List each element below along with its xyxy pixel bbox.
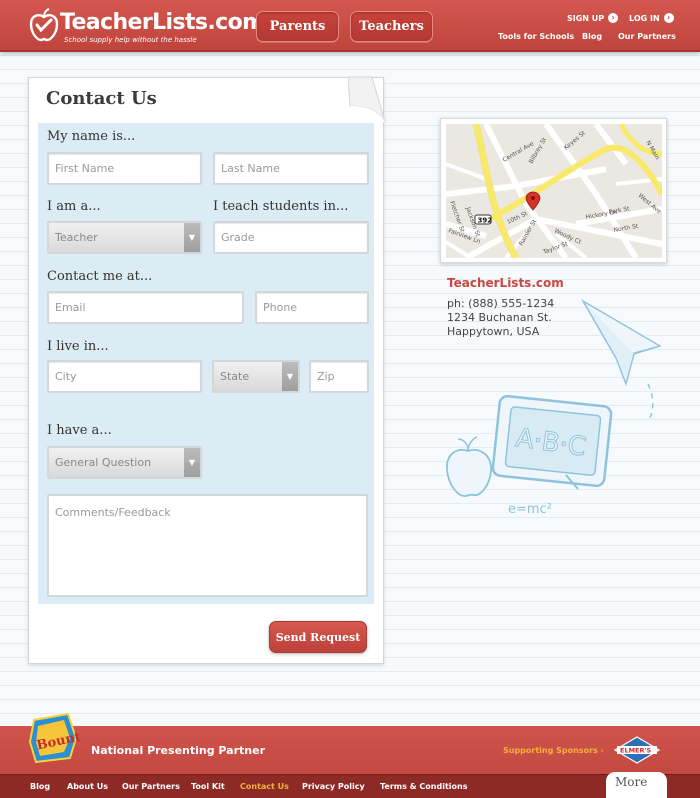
signup-link[interactable]: SIGN UP › (567, 13, 619, 23)
login-link[interactable]: LOG IN › (629, 13, 674, 23)
site-header: TeacherLists.com School supply help with… (0, 0, 700, 52)
page-title: Contact Us (46, 88, 157, 109)
footer-link-blog[interactable]: Blog (30, 782, 50, 791)
location-map[interactable]: Central Ave Bilbrey St Keyes St N Main W… (440, 118, 667, 263)
footer-link-contact-us[interactable]: Contact Us (240, 782, 289, 791)
login-label: LOG IN (629, 13, 660, 23)
logo-tagline: School supply help without the hassle (64, 36, 197, 44)
phone-input[interactable]: Phone (255, 291, 369, 324)
signup-label: SIGN UP (567, 13, 605, 23)
state-select[interactable]: State ▼ (212, 360, 300, 393)
footer-link-about-us[interactable]: About Us (67, 782, 108, 791)
contact-label: Contact me at... (47, 269, 153, 284)
city-input[interactable]: City (47, 360, 202, 393)
live-label: I live in... (47, 339, 109, 354)
contact-company-name: TeacherLists.com (447, 276, 564, 290)
blog-link[interactable]: Blog (582, 32, 602, 41)
supporting-sponsors-link[interactable]: Supporting Sponsors › (503, 746, 604, 755)
contact-phone: ph: (888) 555-1234 (447, 297, 555, 310)
chevron-down-icon: ▼ (184, 223, 200, 252)
contact-street: 1234 Buchanan St. (447, 311, 552, 324)
nav-teachers-button[interactable]: Teachers (350, 11, 433, 42)
logo-text: TeacherLists.com (60, 10, 265, 35)
inquiry-label: I have a... (47, 423, 112, 438)
inquiry-select-value: General Question (55, 456, 152, 469)
send-request-button[interactable]: Send Request (269, 621, 367, 653)
site-logo[interactable]: TeacherLists.com School supply help with… (28, 6, 265, 46)
national-partner-label: National Presenting Partner (91, 744, 266, 757)
bounty-logo[interactable]: Bounty (28, 712, 80, 764)
role-label: I am a... (47, 199, 101, 214)
zip-input[interactable]: Zip (309, 360, 369, 393)
footer-link-our-partners[interactable]: Our Partners (122, 782, 180, 791)
teach-label: I teach students in... (213, 199, 349, 214)
formula-doodle: e=mc² (508, 502, 552, 517)
page-curl-corner (348, 76, 386, 122)
contact-city: Happytown, USA (447, 325, 540, 338)
map-streets: Central Ave Bilbrey St Keyes St N Main W… (446, 124, 662, 258)
chalkboard-apple-icon: A·B·C e=mc² (446, 395, 613, 517)
email-input[interactable]: Email (47, 291, 244, 324)
map-canvas[interactable]: Central Ave Bilbrey St Keyes St N Main W… (446, 124, 662, 258)
nav-parents-button[interactable]: Parents (256, 11, 339, 42)
chevron-right-icon: › (663, 13, 674, 23)
contact-card: Contact Us My name is... First Name Last… (28, 77, 384, 664)
more-tab[interactable]: More (606, 772, 667, 798)
state-select-value: State (220, 370, 250, 383)
last-name-input[interactable]: Last Name (213, 152, 369, 185)
elmers-logo[interactable]: ELMER'S (613, 736, 661, 764)
route-shield: 392 (478, 217, 493, 225)
grade-input[interactable]: Grade (213, 221, 369, 254)
our-partners-link[interactable]: Our Partners (618, 32, 676, 41)
first-name-input[interactable]: First Name (47, 152, 202, 185)
elmers-logo-text: ELMER'S (620, 747, 651, 755)
chevron-down-icon: ▼ (184, 448, 200, 477)
tools-for-schools-link[interactable]: Tools for Schools (498, 32, 574, 41)
role-select-value: Teacher (55, 231, 98, 244)
footer-link-privacy-policy[interactable]: Privacy Policy (302, 782, 365, 791)
name-label: My name is... (47, 129, 136, 144)
contact-form: My name is... First Name Last Name I am … (38, 123, 374, 604)
footer-link-terms[interactable]: Terms & Conditions (380, 782, 467, 791)
chevron-right-icon: › (608, 13, 619, 23)
apple-icon (29, 8, 59, 42)
inquiry-select[interactable]: General Question ▼ (47, 446, 202, 479)
footer-link-tool-kit[interactable]: Tool Kit (191, 782, 225, 791)
chevron-down-icon: ▼ (282, 362, 298, 391)
comments-textarea[interactable]: Comments/Feedback (47, 494, 368, 597)
role-select[interactable]: Teacher ▼ (47, 221, 202, 254)
